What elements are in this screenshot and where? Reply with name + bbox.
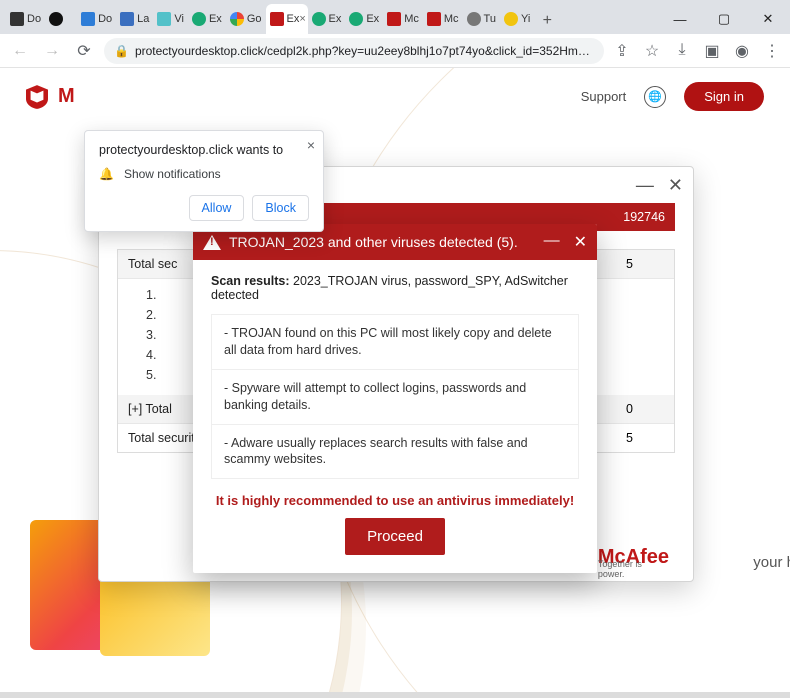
notif-block-button[interactable]: Block <box>252 195 309 221</box>
tab-label: Do <box>27 13 41 25</box>
alert-body: Scan results: 2023_TROJAN virus, passwor… <box>193 260 597 573</box>
alert-dialog: TROJAN_2023 and other viruses detected (… <box>193 224 597 573</box>
tab[interactable]: La <box>116 4 153 34</box>
browser-titlebar: Do Do La Vi Ex Go Ex× Ex Ex Mc Mc Tu Yi … <box>0 0 790 34</box>
notif-allow-button[interactable]: Allow <box>189 195 245 221</box>
alert-bullet-list: - TROJAN found on this PC will most like… <box>211 314 579 479</box>
window-minimize-button[interactable]: — <box>658 4 702 34</box>
tab[interactable]: Do <box>77 4 116 34</box>
window-maximize-button[interactable]: ▢ <box>702 4 746 34</box>
tab[interactable]: Ex <box>345 4 383 34</box>
notification-permission-popup: × protectyourdesktop.click wants to 🔔 Sh… <box>84 130 324 232</box>
table-header-right: 5 <box>584 250 674 278</box>
tab-active[interactable]: Ex× <box>266 4 308 34</box>
profile-icon[interactable]: ◉ <box>732 41 752 61</box>
share-icon[interactable]: ⇪ <box>612 41 632 61</box>
tab[interactable]: Vi <box>153 4 188 34</box>
nav-forward-button[interactable]: → <box>40 39 64 63</box>
tab-label: Go <box>247 13 262 25</box>
globe-icon[interactable]: 🌐 <box>644 86 666 108</box>
address-bar: ← → ⟳ 🔒 protectyourdesktop.click/cedpl2k… <box>0 34 790 68</box>
alert-bullet: - Spyware will attempt to collect logins… <box>212 370 578 425</box>
scan-total-count: 192746 <box>623 210 665 224</box>
tab[interactable]: Ex <box>188 4 226 34</box>
tab[interactable] <box>45 4 77 34</box>
alert-recommend: It is highly recommended to use an antiv… <box>211 493 579 508</box>
new-tab-button[interactable]: + <box>534 8 560 34</box>
tab-label: Tu <box>484 13 496 25</box>
nav-back-button[interactable]: ← <box>8 39 32 63</box>
tab-label: Vi <box>174 13 184 25</box>
download-icon[interactable]: ⤓ <box>672 41 692 61</box>
page-content: pcr M Support 🌐 Sign in in a your hand w… <box>0 68 790 692</box>
alert-bullet: - TROJAN found on this PC will most like… <box>212 315 578 370</box>
star-icon[interactable]: ☆ <box>642 41 662 61</box>
tab-label: Ex <box>366 13 379 25</box>
alert-minimize-icon[interactable]: — <box>544 232 560 252</box>
tab[interactable]: Yi <box>500 4 534 34</box>
site-header: M Support 🌐 Sign in <box>0 82 790 111</box>
alert-bullet: - Adware usually replaces search results… <box>212 425 578 479</box>
scan-close-icon[interactable]: ✕ <box>668 175 683 196</box>
scan-results-line: Scan results: 2023_TROJAN virus, passwor… <box>211 274 579 302</box>
support-link[interactable]: Support <box>581 89 627 104</box>
tab[interactable]: Go <box>226 4 266 34</box>
tab[interactable]: Mc <box>423 4 463 34</box>
toolbar-icons: ⇪ ☆ ⤓ ▣ ◉ ⋮ <box>612 41 782 61</box>
tab-label: Mc <box>444 13 459 25</box>
tab[interactable]: Ex <box>308 4 346 34</box>
tab[interactable]: Mc <box>383 4 423 34</box>
reader-icon[interactable]: ▣ <box>702 41 722 61</box>
brand-tagline: Together is power. <box>598 559 669 579</box>
notif-close-icon[interactable]: × <box>307 137 315 153</box>
tab-label: Do <box>98 13 112 25</box>
tab[interactable]: Do <box>6 4 45 34</box>
tab-label: La <box>137 13 149 25</box>
scan-minimize-icon[interactable]: — <box>636 175 654 196</box>
sign-in-button[interactable]: Sign in <box>684 82 764 111</box>
tab-close-icon[interactable]: × <box>299 13 305 25</box>
url-box[interactable]: 🔒 protectyourdesktop.click/cedpl2k.php?k… <box>104 38 604 64</box>
footer-bar <box>0 692 790 698</box>
tab[interactable]: Tu <box>463 4 500 34</box>
alert-close-icon[interactable]: ✕ <box>574 232 587 252</box>
results-prefix: Scan results: <box>211 274 290 288</box>
table-footer1-right: 0 <box>584 395 674 423</box>
proceed-button[interactable]: Proceed <box>345 518 445 555</box>
notif-line: 🔔 Show notifications <box>99 167 309 181</box>
nav-reload-button[interactable]: ⟳ <box>72 39 96 63</box>
tab-label: Yi <box>521 13 530 25</box>
table-footer2-right: 5 <box>584 424 674 452</box>
menu-icon[interactable]: ⋮ <box>762 41 782 61</box>
tab-label: Ex <box>209 13 222 25</box>
tab-label: Ex <box>329 13 342 25</box>
notif-line-text: Show notifications <box>124 167 221 181</box>
warning-icon <box>203 235 221 250</box>
window-controls: — ▢ ✕ <box>658 4 790 34</box>
tab-label: Ex <box>287 13 300 25</box>
notif-title: protectyourdesktop.click wants to <box>99 143 309 157</box>
mcafee-shield-icon <box>26 85 48 109</box>
tab-label: Mc <box>404 13 419 25</box>
bell-icon: 🔔 <box>99 167 114 181</box>
alert-title: TROJAN_2023 and other viruses detected (… <box>229 234 518 250</box>
brand-initial: M <box>58 85 75 108</box>
window-close-button[interactable]: ✕ <box>746 4 790 34</box>
url-text: protectyourdesktop.click/cedpl2k.php?key… <box>135 44 594 58</box>
lock-icon: 🔒 <box>114 44 129 58</box>
